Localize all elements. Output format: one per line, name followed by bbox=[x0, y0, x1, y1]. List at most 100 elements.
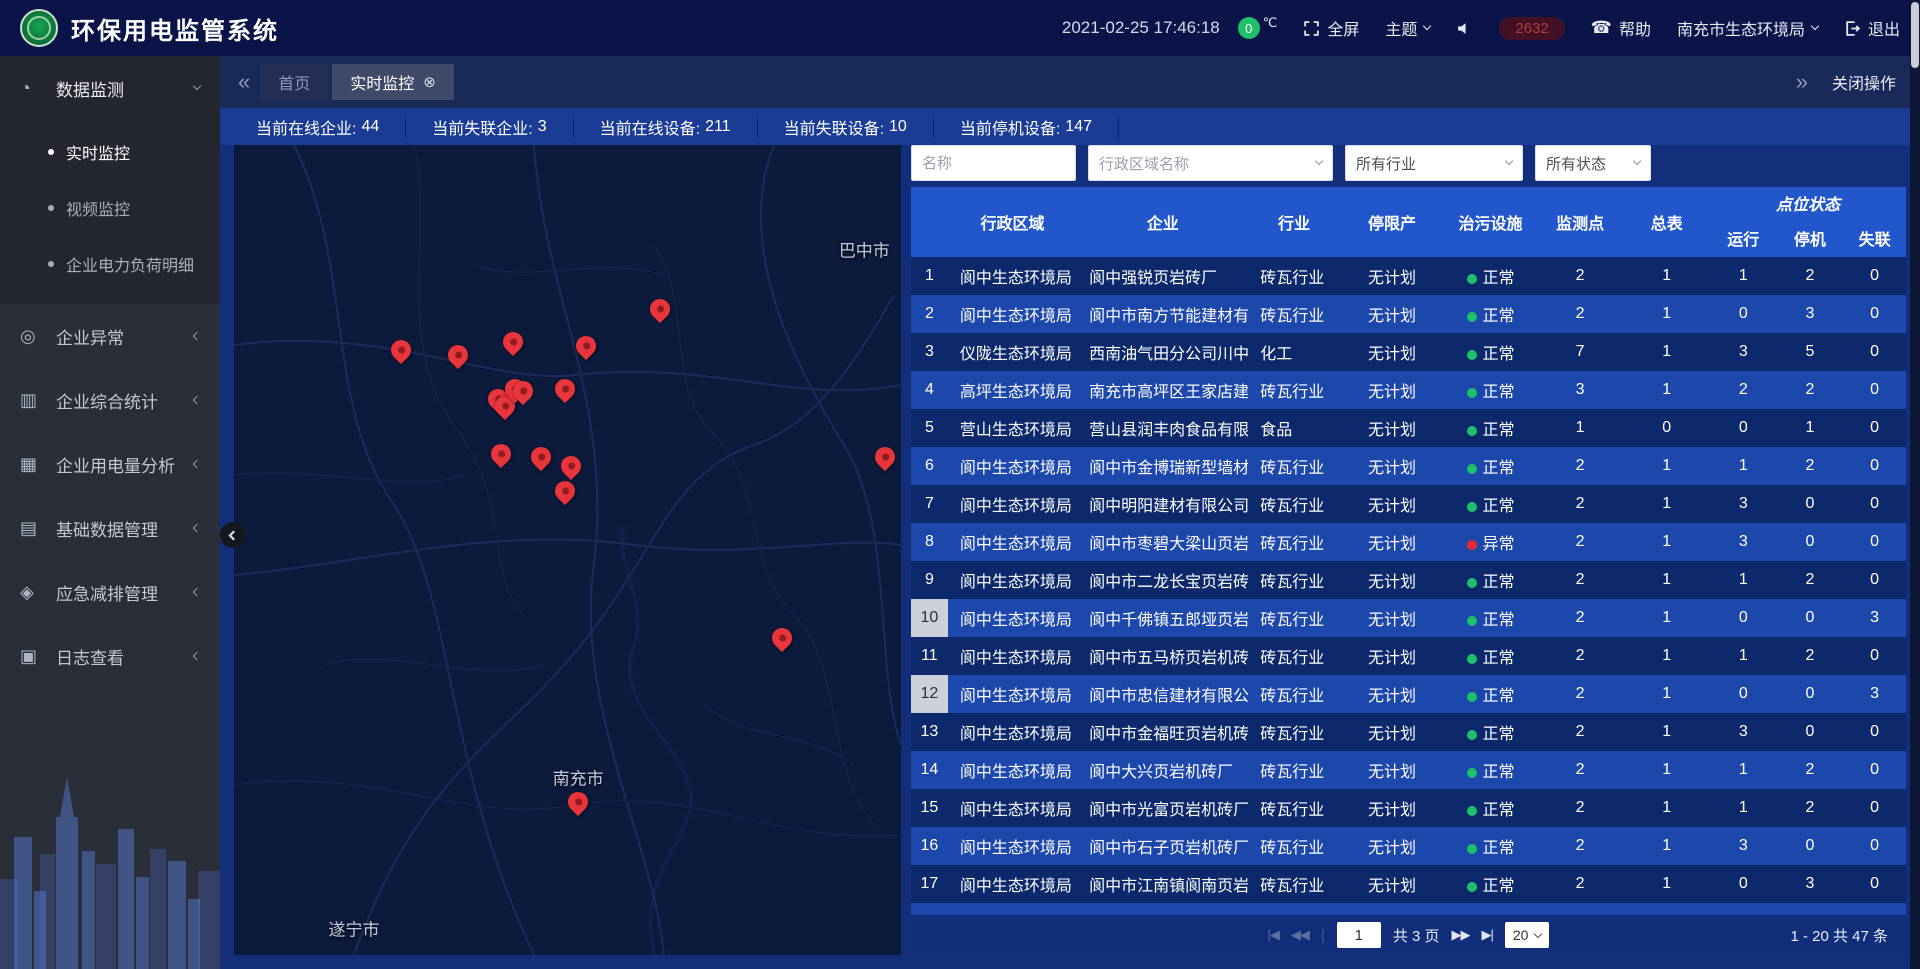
org-dropdown[interactable]: 南充市生态环境局 bbox=[1677, 16, 1818, 40]
map-pin[interactable] bbox=[513, 381, 533, 401]
page-scrollbar[interactable] bbox=[1910, 0, 1920, 969]
sidebar-item[interactable]: ◎企业异常 bbox=[0, 304, 220, 368]
table-row[interactable]: 13阆中生态环境局阆中市金福旺页岩机砖砖瓦行业无计划正常21300 bbox=[911, 713, 1906, 751]
map-pin[interactable] bbox=[491, 444, 511, 464]
table-row[interactable]: 11阆中生态环境局阆中市五马桥页岩机砖砖瓦行业无计划正常21120 bbox=[911, 637, 1906, 675]
record-range-label: 1 - 20 共 47 条 bbox=[1790, 925, 1888, 946]
cell-limit: 无计划 bbox=[1340, 561, 1444, 599]
cell-limit: 无计划 bbox=[1340, 789, 1444, 827]
map-pin[interactable] bbox=[555, 379, 575, 399]
cell-stop: 2 bbox=[1777, 637, 1844, 675]
sidebar-item[interactable]: ◈应急减排管理 bbox=[0, 560, 220, 624]
cell-industry: 砖瓦行业 bbox=[1248, 523, 1340, 561]
table-row[interactable]: 7阆中生态环境局阆中明阳建材有限公司砖瓦行业无计划正常21300 bbox=[911, 485, 1906, 523]
map-pin-icon bbox=[551, 375, 579, 403]
map-pin[interactable] bbox=[576, 336, 596, 356]
sidebar-item[interactable]: ▥企业综合统计 bbox=[0, 368, 220, 432]
map-pin[interactable] bbox=[561, 456, 581, 476]
prev-page-button[interactable]: ◀◀ bbox=[1291, 927, 1309, 943]
sidebar-item[interactable]: ◔数据监测 bbox=[0, 56, 220, 120]
cell-index: 17 bbox=[911, 865, 948, 903]
column-header-run: 运行 bbox=[1710, 219, 1777, 257]
alert-count-badge[interactable]: 2632 bbox=[1499, 17, 1564, 40]
map-pin[interactable] bbox=[531, 447, 551, 467]
sidebar-item[interactable]: ▣日志查看 bbox=[0, 624, 220, 688]
tab-realtime-monitor[interactable]: 实时监控 ⊗ bbox=[332, 64, 454, 100]
table-row[interactable]: 4高坪生态环境局南充市高坪区王家店建砖瓦行业无计划正常31220 bbox=[911, 371, 1906, 409]
tab-home[interactable]: 首页 bbox=[260, 64, 328, 100]
cell-limit: 无计划 bbox=[1340, 751, 1444, 789]
page-size-value: 20 bbox=[1513, 927, 1529, 943]
cell-limit: 无计划 bbox=[1340, 257, 1444, 295]
table-row[interactable]: 5营山生态环境局营山县润丰肉食品有限食品无计划正常10010 bbox=[911, 409, 1906, 447]
close-tab-icon[interactable]: ⊗ bbox=[423, 73, 436, 91]
table-row[interactable]: 10阆中生态环境局阆中千佛镇五郎垭页岩砖瓦行业无计划正常21003 bbox=[911, 599, 1906, 637]
sidebar-item-label: 企业用电量分析 bbox=[56, 452, 194, 477]
tabs-scroll-right-button[interactable]: » bbox=[1786, 69, 1818, 95]
map-collapse-toggle[interactable] bbox=[220, 522, 246, 548]
sidebar-item[interactable]: ▦ 企业用电量分析 bbox=[0, 432, 220, 496]
next-page-button[interactable]: ▶▶ bbox=[1452, 927, 1470, 943]
logout-button[interactable]: 退出 bbox=[1844, 16, 1900, 40]
map-pin[interactable] bbox=[555, 481, 575, 501]
table-row[interactable]: 12阆中生态环境局阆中市忠信建材有限公砖瓦行业无计划正常21003 bbox=[911, 675, 1906, 713]
map-pin[interactable] bbox=[568, 792, 588, 812]
map-pin[interactable] bbox=[772, 628, 792, 648]
table-row[interactable]: 3仪陇生态环境局西南油气田分公司川中化工无计划正常71350 bbox=[911, 333, 1906, 371]
theme-dropdown[interactable]: 主题 bbox=[1385, 16, 1430, 40]
sidebar-subitem[interactable]: 企业电力负荷明细 bbox=[0, 236, 220, 292]
chevron-left-icon bbox=[193, 396, 201, 404]
sidebar-group: ▥企业综合统计 bbox=[0, 368, 220, 432]
sidebar-subitem[interactable]: 实时监控 bbox=[0, 124, 220, 180]
cell-stop: 2 bbox=[1777, 257, 1844, 295]
map-pin[interactable] bbox=[503, 332, 523, 352]
table-row[interactable]: 17阆中生态环境局阆中市江南镇阆南页岩砖瓦行业无计划正常21030 bbox=[911, 865, 1906, 903]
status-filter-select[interactable]: 所有状态 bbox=[1535, 145, 1651, 181]
industry-filter-select[interactable]: 所有行业 bbox=[1345, 145, 1523, 181]
table-row[interactable]: 14阆中生态环境局阆中大兴页岩机砖厂砖瓦行业无计划正常21120 bbox=[911, 751, 1906, 789]
cell-limit: 无计划 bbox=[1340, 295, 1444, 333]
table-row[interactable]: 9阆中生态环境局阆中市二龙长宝页岩砖砖瓦行业无计划正常21120 bbox=[911, 561, 1906, 599]
facility-status-dot-icon bbox=[1467, 502, 1477, 512]
fullscreen-button[interactable]: 全屏 bbox=[1303, 16, 1359, 40]
column-header-stop: 停机 bbox=[1777, 219, 1844, 257]
name-filter-input[interactable] bbox=[911, 145, 1076, 181]
help-button[interactable]: ☎ 帮助 bbox=[1591, 16, 1651, 40]
table-row[interactable]: 18南部生态环境局南部县双佳土陶有限公建材(土无计划正常21000 bbox=[911, 903, 1906, 915]
map-pin[interactable] bbox=[391, 340, 411, 360]
map-pin[interactable] bbox=[650, 299, 670, 319]
close-operations-button[interactable]: 关闭操作 bbox=[1832, 70, 1896, 94]
scrollbar-thumb[interactable] bbox=[1911, 2, 1919, 68]
mute-button[interactable] bbox=[1456, 20, 1473, 37]
first-page-button[interactable]: |◀ bbox=[1268, 927, 1279, 943]
cell-lost: 0 bbox=[1843, 333, 1906, 371]
sidebar-item[interactable]: ▤基础数据管理 bbox=[0, 496, 220, 560]
cell-industry: 砖瓦行业 bbox=[1248, 637, 1340, 675]
cell-region: 高坪生态环境局 bbox=[948, 371, 1077, 409]
table-row[interactable]: 8阆中生态环境局阆中市枣碧大梁山页岩砖瓦行业无计划异常21300 bbox=[911, 523, 1906, 561]
table-row[interactable]: 1阆中生态环境局阆中强锐页岩砖厂砖瓦行业无计划正常21120 bbox=[911, 257, 1906, 295]
cell-lost: 0 bbox=[1843, 827, 1906, 865]
bar-chart-icon: ▦ bbox=[20, 454, 46, 475]
cell-meter: 1 bbox=[1623, 789, 1710, 827]
map-pin[interactable] bbox=[448, 345, 468, 365]
map-pin[interactable] bbox=[875, 447, 895, 467]
map-panel[interactable]: 巴中市南充市遂宁市 bbox=[234, 145, 901, 955]
facility-status-dot-icon bbox=[1467, 274, 1477, 284]
cell-facility: 正常 bbox=[1444, 789, 1537, 827]
table-row[interactable]: 16阆中生态环境局阆中市石子页岩机砖厂砖瓦行业无计划正常21300 bbox=[911, 827, 1906, 865]
table-row[interactable]: 15阆中生态环境局阆中市光富页岩机砖厂砖瓦行业无计划正常21120 bbox=[911, 789, 1906, 827]
last-page-button[interactable]: ▶| bbox=[1482, 927, 1493, 943]
region-filter-select[interactable]: 行政区域名称 bbox=[1088, 145, 1333, 181]
cell-region: 阆中生态环境局 bbox=[948, 599, 1077, 637]
table-row[interactable]: 6阆中生态环境局阆中市金博瑞新型墙材砖瓦行业无计划正常21120 bbox=[911, 447, 1906, 485]
page-size-select[interactable]: 20 bbox=[1505, 922, 1550, 948]
tabs-scroll-left-button[interactable]: « bbox=[228, 69, 260, 95]
fullscreen-label: 全屏 bbox=[1327, 16, 1359, 40]
page-number-input[interactable] bbox=[1337, 922, 1381, 948]
filter-bar: 行政区域名称 所有行业 所有状态 bbox=[911, 145, 1906, 181]
cell-industry: 砖瓦行业 bbox=[1248, 865, 1340, 903]
sidebar-subitem[interactable]: 视频监控 bbox=[0, 180, 220, 236]
table-row[interactable]: 2阆中生态环境局阆中市南方节能建材有砖瓦行业无计划正常21030 bbox=[911, 295, 1906, 333]
cell-meter: 1 bbox=[1623, 333, 1710, 371]
